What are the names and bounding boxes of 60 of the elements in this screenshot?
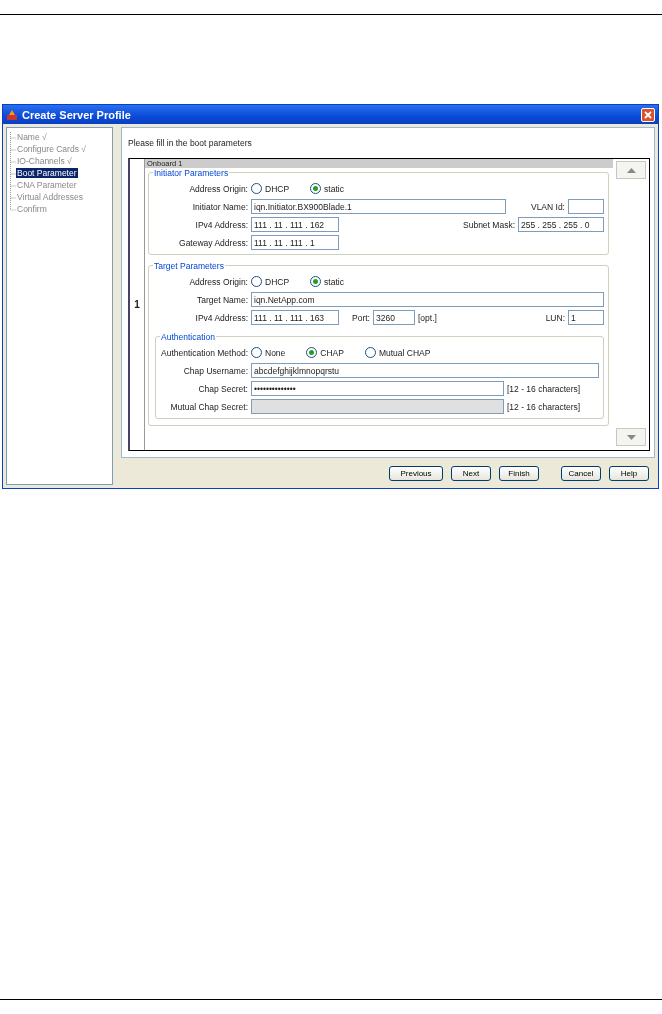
group-title: Target Parameters [153,261,225,271]
radio-option[interactable]: None [251,347,286,358]
field-label: Initiator Name: [191,201,248,212]
field-label: IPv4 Address: [194,312,248,323]
input-field[interactable]: iqn.Initiator.BX900Blade.1 [251,199,506,214]
radio-option[interactable]: static [310,276,344,287]
arrow-down-icon [626,434,636,440]
app-icon [6,108,18,121]
tree-item[interactable]: IO-Channels √ [16,156,73,166]
input-field[interactable]: 111 . 11 . 111 . 1 [251,235,339,250]
dialog-button[interactable]: Previous [389,465,443,481]
input-field[interactable]: 111 . 11 . 111 . 163 [251,310,339,325]
input-field[interactable]: 255 . 255 . 255 . 0 [518,217,604,232]
field-label: Chap Secret: [197,383,248,394]
hint-text: [opt.] [417,312,437,323]
close-button[interactable] [641,107,655,122]
field-label: Mutual Chap Secret: [169,401,248,412]
group-title: Initiator Parameters [153,168,230,178]
window-title: Create Server Profile [22,108,132,121]
scroll-up-button[interactable] [616,161,646,179]
input-field[interactable] [568,199,604,214]
tree-item[interactable]: Confirm [16,204,48,214]
radio-option[interactable]: CHAP [306,347,344,358]
hint-text: [12 - 16 characters] [507,383,582,394]
input-field[interactable]: 111 . 11 . 111 . 162 [251,217,339,232]
row-number: 1 [134,299,140,310]
scroll-down-button[interactable] [616,428,646,446]
radio-option[interactable]: static [310,183,344,194]
field-label: VLAN Id: [530,201,565,212]
dialog-button[interactable]: Cancel [561,465,601,481]
radio-option[interactable]: Mutual CHAP [364,347,431,358]
input-field[interactable]: •••••••••••••• [251,381,504,396]
field-label: Address Origin: [188,276,248,287]
field-label: Target Name: [195,294,248,305]
dialog-button[interactable]: Next [451,465,491,481]
tree-item[interactable]: CNA Parameter [16,180,78,190]
field-label: Authentication Method: [160,347,248,358]
field-label: Chap Username: [182,365,248,376]
group-title: Authentication [160,332,216,342]
tree-item[interactable]: Name √ [16,132,48,142]
field-label: Subnet Mask: [463,219,515,230]
field-label: IPv4 Address: [194,219,248,230]
radio-option[interactable]: DHCP [251,276,290,287]
field-label: Gateway Address: [178,237,248,248]
instruction-text: Please fill in the boot parameters [128,137,253,150]
arrow-up-icon [626,167,636,173]
input-field[interactable]: 3260 [372,310,415,325]
field-label: Address Origin: [188,183,248,194]
hint-text: [12 - 16 characters] [507,401,582,412]
input-field[interactable]: 1 [568,310,604,325]
field-label: Port: [352,312,370,323]
dialog-button[interactable]: Help [609,465,649,481]
field-label: LUN: [545,312,565,323]
tree-item[interactable]: Virtual Addresses [16,192,84,202]
dialog-button[interactable]: Finish [499,465,539,481]
input-field[interactable]: abcdefghijklmnopqrstu [251,363,599,378]
input-field[interactable]: iqn.NetApp.com [251,292,604,307]
radio-option[interactable]: DHCP [251,183,290,194]
tree-item[interactable]: Configure Cards √ [16,144,87,154]
tree-item[interactable]: Boot Parameter [16,168,78,178]
